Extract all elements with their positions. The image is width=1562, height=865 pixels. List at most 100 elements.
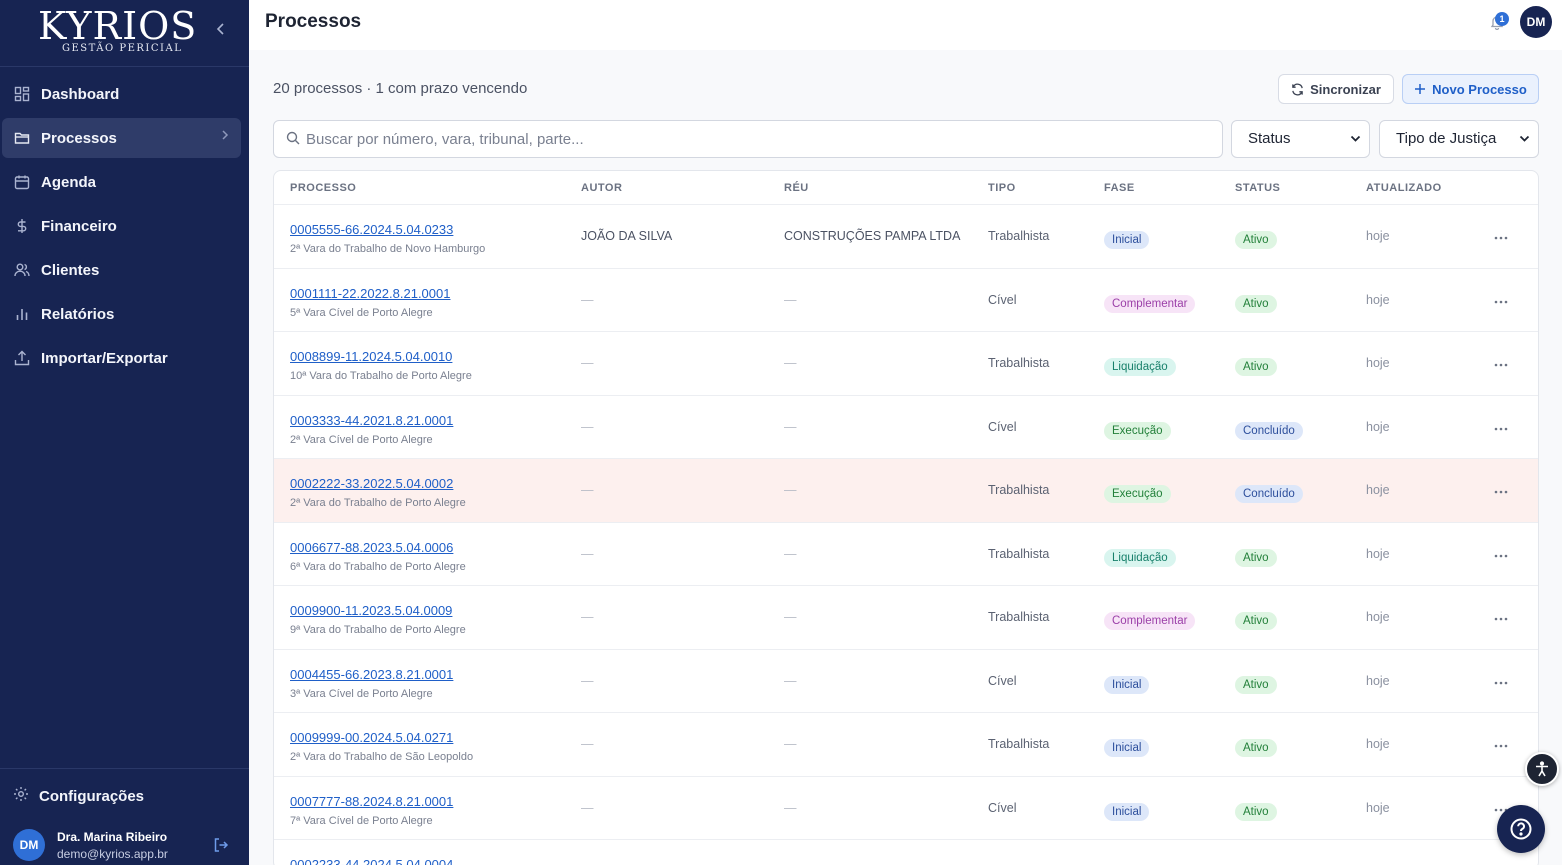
sidebar-item-configuracoes[interactable]: Configurações [13,786,144,807]
column-header-tipo[interactable]: TIPO [988,182,1016,194]
table-row[interactable]: 0009900-11.2023.5.04.0009 9ª Vara do Trab… [274,586,1538,650]
row-actions-button[interactable] [1494,354,1508,372]
process-phase: Inicial [1104,231,1150,249]
process-court: 2ª Vara do Trabalho de Porto Alegre [290,497,466,509]
process-status: Ativo [1235,612,1277,630]
status-badge: Ativo [1235,739,1277,757]
row-actions-button[interactable] [1494,227,1508,245]
collapse-sidebar-button[interactable] [213,22,229,40]
process-number-link[interactable]: 0007777-88.2024.8.21.0001 [290,794,453,809]
plus-icon [1414,83,1426,95]
process-phase: Inicial [1104,675,1150,694]
sidebar-item-financeiro[interactable]: Financeiro [2,206,241,246]
phase-badge: Inicial [1104,231,1150,249]
logout-button[interactable] [213,837,229,858]
sidebar-item-label: Importar/Exportar [41,349,168,367]
search-input[interactable] [306,121,1206,157]
sidebar-item-relatorios[interactable]: Relatórios [2,294,241,334]
row-actions-button[interactable] [1494,672,1508,690]
table-row[interactable]: 0002233-44.2024.5.04.0004 [274,840,1538,865]
chevron-right-icon [221,129,229,144]
brand: KYRIOS GESTÃO PERICIAL [0,0,249,67]
table-row[interactable]: 0002222-33.2022.5.04.0002 2ª Vara do Trab… [274,459,1538,523]
column-header-autor[interactable]: AUTOR [581,182,622,194]
process-type: Cível [988,419,1017,434]
folder-icon [13,129,31,147]
dollar-icon [13,217,31,235]
process-number-link[interactable]: 0004455-66.2023.8.21.0001 [290,667,453,682]
table-row[interactable]: 0006677-88.2023.5.04.0006 6ª Vara do Trab… [274,523,1538,586]
bar-chart-icon [13,305,31,323]
table-row[interactable]: 0009999-00.2024.5.04.0271 2ª Vara do Trab… [274,713,1538,777]
column-header-fase[interactable]: FASE [1104,182,1135,194]
sidebar-nav: Dashboard Processos Agenda Financeiro Cl… [0,74,249,382]
process-phase: Complementar [1104,612,1196,630]
process-number-link[interactable]: 0002222-33.2022.5.04.0002 [290,476,453,491]
table-row[interactable]: 0003333-44.2021.8.21.0001 2ª Vara Cível d… [274,396,1538,459]
row-actions-button[interactable] [1494,291,1508,309]
process-number-link[interactable]: 0001111-22.2022.8.21.0001 [290,286,450,301]
brand-logo[interactable]: KYRIOS [38,6,197,46]
process-number-link[interactable]: 0002233-44.2024.5.04.0004 [290,857,453,865]
process-author: — [581,292,594,307]
table-row[interactable]: 0007777-88.2024.8.21.0001 7ª Vara Cível d… [274,777,1538,840]
process-status: Ativo [1235,802,1277,821]
process-status: Ativo [1235,548,1277,567]
process-number-link[interactable]: 0003333-44.2021.8.21.0001 [290,413,453,428]
search-icon [286,131,300,150]
column-header-reu[interactable]: RÉU [784,182,809,194]
status-filter-select[interactable]: Status [1231,120,1370,158]
avatar[interactable]: DM [13,829,45,861]
row-actions-button[interactable] [1494,481,1508,499]
process-number-link[interactable]: 0008899-11.2024.5.04.0010 [290,349,452,364]
column-header-processo[interactable]: PROCESSO [290,182,356,194]
sidebar-item-importar-exportar[interactable]: Importar/Exportar [2,338,241,378]
user-email: demo@kyrios.app.br [57,847,168,861]
table-row[interactable]: 0004455-66.2023.8.21.0001 3ª Vara Cível d… [274,650,1538,713]
more-horizontal-icon [1494,427,1508,430]
process-number-link[interactable]: 0009900-11.2023.5.04.0009 [290,603,452,618]
column-header-status[interactable]: STATUS [1235,182,1280,194]
process-table: PROCESSO AUTOR RÉU TIPO FASE STATUS ATUA… [273,170,1539,865]
calendar-icon [13,173,31,191]
phase-badge: Complementar [1104,612,1196,630]
sidebar-item-label: Relatórios [41,305,115,323]
process-author: — [581,610,594,624]
table-row[interactable]: 0001111-22.2022.8.21.0001 5ª Vara Cível d… [274,269,1538,332]
process-number-link[interactable]: 0005555-66.2024.5.04.0233 [290,222,453,237]
new-process-button[interactable]: Novo Processo [1402,74,1539,104]
brand-subtitle: GESTÃO PERICIAL [62,43,183,54]
process-number-link[interactable]: 0006677-88.2023.5.04.0006 [290,540,453,555]
avatar[interactable]: DM [1520,6,1552,38]
tipo-justica-filter-select[interactable]: Tipo de Justiça [1379,120,1539,158]
row-actions-button[interactable] [1494,418,1508,436]
sync-button[interactable]: Sincronizar [1278,74,1394,104]
process-updated: hoje [1366,673,1390,688]
sidebar-item-processos[interactable]: Processos [2,118,241,158]
row-actions-button[interactable] [1494,545,1508,563]
table-row[interactable]: 0008899-11.2024.5.04.0010 10ª Vara do Tra… [274,332,1538,396]
column-header-atualizado[interactable]: ATUALIZADO [1366,182,1442,194]
process-author: — [581,546,594,561]
accessibility-button[interactable] [1525,752,1559,786]
process-court: 7ª Vara Cível de Porto Alegre [290,814,433,827]
tipo-filter-value: Tipo de Justiça [1396,130,1497,147]
settings-label: Configurações [39,788,145,805]
process-updated: hoje [1366,737,1390,751]
help-button[interactable] [1497,805,1545,853]
row-actions-button[interactable] [1494,735,1508,753]
sidebar-item-dashboard[interactable]: Dashboard [2,74,241,114]
process-phase: Liquidação [1104,548,1176,567]
process-author: — [581,419,594,434]
process-number-link[interactable]: 0009999-00.2024.5.04.0271 [290,730,453,745]
top-bar: Processos 1 DM [249,0,1562,50]
process-updated: hoje [1366,292,1390,307]
phase-badge: Execução [1104,485,1171,503]
table-row[interactable]: 0005555-66.2024.5.04.0233 2ª Vara do Trab… [274,205,1538,269]
row-actions-button[interactable] [1494,608,1508,626]
refresh-icon [1291,83,1304,96]
sidebar-item-clientes[interactable]: Clientes [2,250,241,290]
sidebar-item-agenda[interactable]: Agenda [2,162,241,202]
process-type: Cível [988,673,1017,688]
process-defendant: — [784,737,797,751]
